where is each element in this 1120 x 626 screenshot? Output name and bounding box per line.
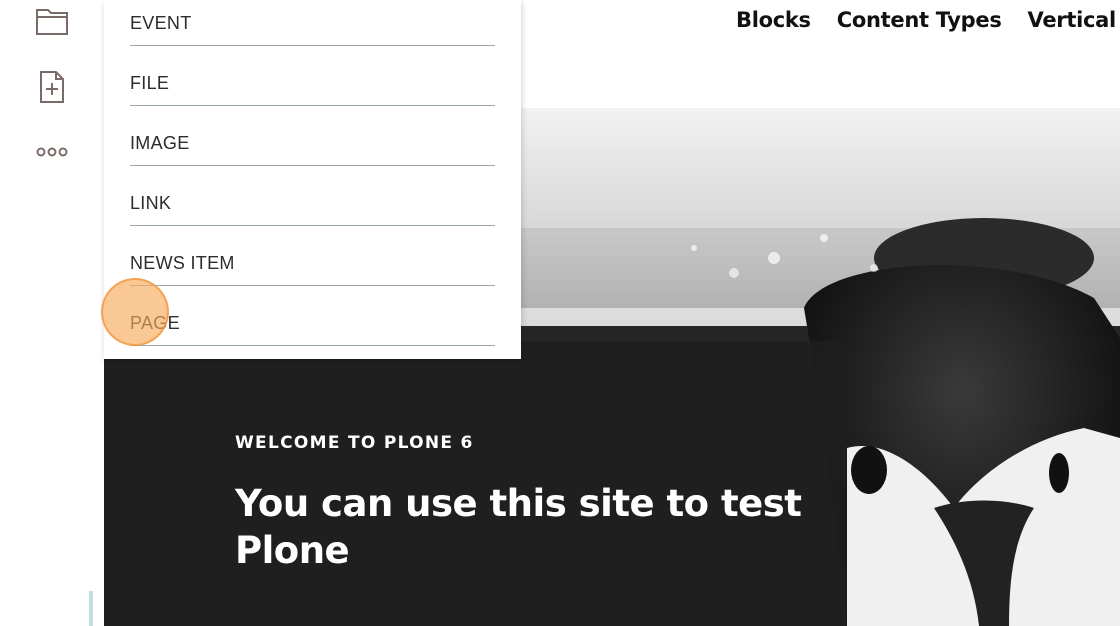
folder-icon[interactable] <box>34 2 70 38</box>
menu-item-image[interactable]: IMAGE <box>130 107 495 166</box>
menu-item-news-item[interactable]: NEWS ITEM <box>130 227 495 286</box>
menu-item-label: FILE <box>130 73 170 93</box>
hero-title: You can use this site to test Plone <box>235 482 802 572</box>
menu-item-page[interactable]: PAGE <box>130 287 495 346</box>
main-navigation: Blocks Content Types Vertical S <box>736 8 1120 32</box>
menu-item-label: NEWS ITEM <box>130 253 235 273</box>
add-document-icon[interactable] <box>34 69 70 105</box>
menu-item-label: IMAGE <box>130 133 190 153</box>
click-indicator <box>101 278 169 346</box>
menu-item-file[interactable]: FILE <box>130 47 495 106</box>
toolbar <box>0 0 104 626</box>
more-icon[interactable] <box>34 134 70 170</box>
menu-item-label: LINK <box>130 193 172 213</box>
nav-item-content-types[interactable]: Content Types <box>837 8 1002 32</box>
menu-item-link[interactable]: LINK <box>130 167 495 226</box>
menu-item-event[interactable]: EVENT <box>130 0 495 46</box>
toolbar-active-indicator <box>89 591 93 626</box>
menu-item-label: EVENT <box>130 13 192 33</box>
nav-item-vertical[interactable]: Vertical S <box>1028 8 1120 32</box>
nav-item-blocks[interactable]: Blocks <box>736 8 811 32</box>
hero-eyebrow: WELCOME TO PLONE 6 <box>235 433 474 453</box>
